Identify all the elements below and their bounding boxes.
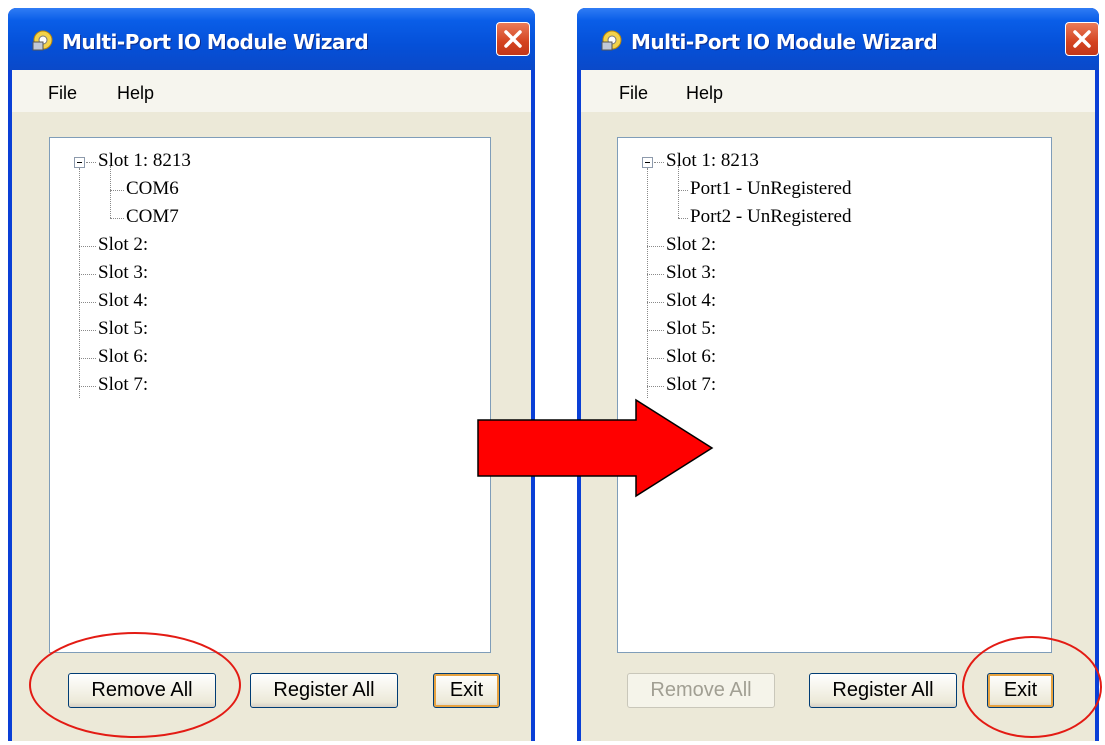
title-bar[interactable]: Multi-Port IO Module Wizard [577, 8, 1099, 70]
tree-connector [110, 190, 124, 191]
tree-connector [647, 386, 664, 387]
tree-connector [79, 302, 96, 303]
exit-button[interactable]: Exit [433, 673, 500, 708]
tree-node-slot-6[interactable]: Slot 6: [98, 346, 148, 368]
highlight-ellipse-exit [962, 636, 1102, 738]
menu-help[interactable]: Help [686, 83, 723, 104]
tree-connector [678, 166, 679, 218]
tree-connector [647, 302, 664, 303]
tree-node-slot-4[interactable]: Slot 4: [666, 290, 716, 312]
register-all-button[interactable]: Register All [250, 673, 398, 708]
tree-node-slot-1[interactable]: Slot 1: 8213 [98, 150, 191, 172]
wizard-app-icon [601, 30, 622, 51]
tree-connector [647, 358, 664, 359]
tree-connector [79, 386, 96, 387]
menu-help[interactable]: Help [117, 83, 154, 104]
title-bar[interactable]: Multi-Port IO Module Wizard [8, 8, 535, 70]
tree-connector [79, 168, 80, 398]
tree-node-port2[interactable]: Port2 - UnRegistered [690, 206, 851, 228]
tree-node-slot-7[interactable]: Slot 7: [98, 374, 148, 396]
tree-node-slot-5[interactable]: Slot 5: [666, 318, 716, 340]
menu-file[interactable]: File [48, 83, 77, 104]
window-title: Multi-Port IO Module Wizard [62, 30, 369, 54]
tree-connector [678, 190, 688, 191]
register-all-button[interactable]: Register All [809, 673, 957, 708]
close-button[interactable] [1065, 22, 1099, 56]
collapse-minus-icon[interactable] [74, 157, 85, 168]
tree-connector [79, 330, 96, 331]
menu-file[interactable]: File [619, 83, 648, 104]
menu-bar: File Help [581, 70, 1095, 112]
right-arrow-icon [477, 398, 714, 498]
tree-connector [79, 274, 96, 275]
tree-node-slot-7[interactable]: Slot 7: [666, 374, 716, 396]
tree-node-port1[interactable]: Port1 - UnRegistered [690, 178, 851, 200]
menu-bar: File Help [12, 70, 531, 112]
close-button[interactable] [496, 22, 530, 56]
tree-connector [647, 168, 648, 398]
close-icon [1073, 30, 1091, 48]
tree-connector [79, 358, 96, 359]
wizard-app-icon [32, 30, 53, 51]
tree-connector [654, 162, 664, 163]
tree-connector [110, 166, 111, 218]
tree-connector [647, 274, 664, 275]
tree-node-com7[interactable]: COM7 [126, 206, 179, 228]
close-icon [504, 30, 522, 48]
slot-tree-view[interactable]: Slot 1: 8213 Port1 - UnRegistered Port2 … [617, 137, 1052, 653]
tree-node-slot-1[interactable]: Slot 1: 8213 [666, 150, 759, 172]
wizard-window-after: Multi-Port IO Module Wizard File Help Sl… [577, 8, 1099, 741]
tree-node-slot-3[interactable]: Slot 3: [666, 262, 716, 284]
tree-connector [647, 246, 664, 247]
tree-connector [79, 246, 96, 247]
tree-node-slot-2[interactable]: Slot 2: [666, 234, 716, 256]
tree-node-slot-6[interactable]: Slot 6: [666, 346, 716, 368]
tree-connector [86, 162, 96, 163]
tree-node-slot-5[interactable]: Slot 5: [98, 318, 148, 340]
tree-node-slot-3[interactable]: Slot 3: [98, 262, 148, 284]
tree-node-slot-2[interactable]: Slot 2: [98, 234, 148, 256]
tree-connector [110, 218, 124, 219]
tree-connector [647, 330, 664, 331]
tree-connector [678, 218, 688, 219]
tree-node-slot-4[interactable]: Slot 4: [98, 290, 148, 312]
tree-node-com6[interactable]: COM6 [126, 178, 179, 200]
remove-all-button: Remove All [627, 673, 775, 708]
slot-tree-view[interactable]: Slot 1: 8213 COM6 COM7 Slot 2: Slot 3: S… [49, 137, 491, 653]
wizard-window-before: Multi-Port IO Module Wizard File Help Sl… [8, 8, 535, 741]
highlight-ellipse-remove-all [29, 632, 241, 738]
window-title: Multi-Port IO Module Wizard [631, 30, 938, 54]
collapse-minus-icon[interactable] [642, 157, 653, 168]
